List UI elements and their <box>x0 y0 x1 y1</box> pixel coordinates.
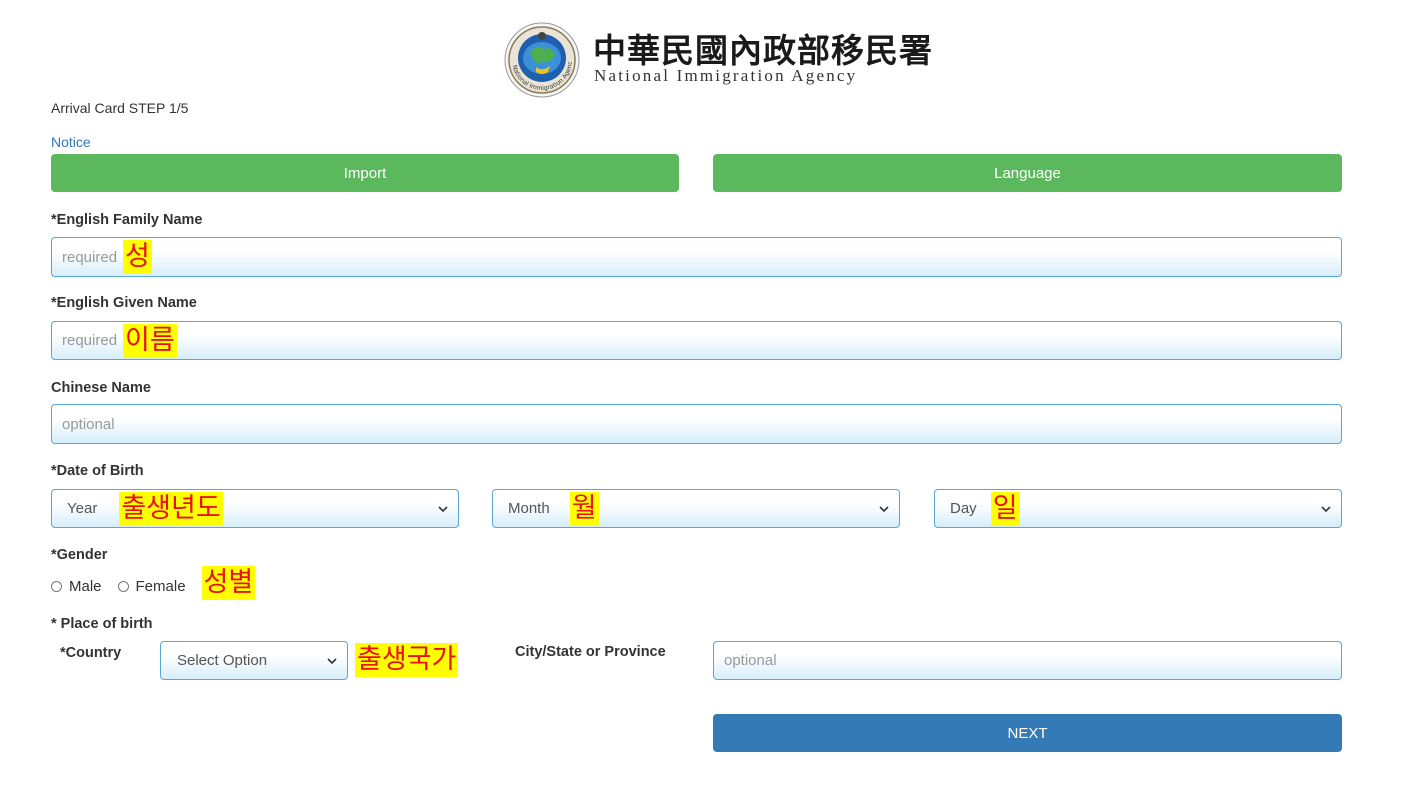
dob-month-annotation: 월 <box>569 491 599 526</box>
chevron-down-icon <box>1321 505 1331 512</box>
chinese-name-placeholder: optional <box>62 415 115 433</box>
gender-male-radio[interactable] <box>51 580 62 592</box>
dob-year-annotation: 출생년도 <box>119 491 223 526</box>
gender-annotation: 성별 <box>201 566 256 600</box>
agency-name-zh: 中華民國內政部移民署 <box>593 31 933 70</box>
given-name-label: *English Given Name <box>51 295 197 311</box>
family-name-placeholder: required <box>62 248 118 266</box>
agency-seal-icon: National Immigration Agency <box>500 22 580 98</box>
chinese-name-input[interactable]: optional <box>51 404 1342 444</box>
given-name-placeholder: required <box>62 332 118 349</box>
step-indicator: Arrival Card STEP 1/5 <box>51 100 189 116</box>
gender-options: Male Female 성별 <box>51 566 256 600</box>
chinese-name-label: Chinese Name <box>51 380 151 396</box>
dob-month-value: Month <box>508 500 550 517</box>
language-button[interactable]: Language <box>713 154 1342 192</box>
country-select-value: Select Option <box>177 652 268 669</box>
country-annotation: 출생국가 <box>355 643 459 677</box>
gender-female-label[interactable]: Female <box>136 578 186 595</box>
chevron-down-icon <box>327 657 337 664</box>
family-name-annotation: 성 <box>123 240 152 274</box>
country-label: *Country <box>60 645 122 661</box>
dob-day-value: Day <box>950 500 977 517</box>
city-placeholder: optional <box>724 652 777 669</box>
country-select[interactable]: Select Option <box>160 641 348 680</box>
dob-month-select[interactable]: Month 월 <box>492 489 900 528</box>
chevron-down-icon <box>438 505 448 512</box>
dob-day-select[interactable]: Day 일 <box>934 489 1342 528</box>
agency-name-en: National Immigration Agency <box>594 66 858 85</box>
notice-link[interactable]: Notice <box>51 134 91 150</box>
family-name-input[interactable]: required 성 <box>51 237 1342 277</box>
agency-logo: National Immigration Agency 中華民國內政部移民署 N… <box>500 22 932 98</box>
city-label: City/State or Province <box>515 644 666 660</box>
dob-day-annotation: 일 <box>990 491 1020 526</box>
dob-year-value: Year <box>67 500 98 517</box>
dob-label: *Date of Birth <box>51 463 144 479</box>
place-of-birth-label: * Place of birth <box>51 616 153 632</box>
gender-label: *Gender <box>51 547 108 563</box>
gender-male-label[interactable]: Male <box>69 578 102 595</box>
import-button[interactable]: Import <box>51 154 679 192</box>
next-button[interactable]: NEXT <box>713 714 1342 752</box>
given-name-input[interactable]: required 이름 <box>51 321 1342 360</box>
dob-year-select[interactable]: Year 출생년도 <box>51 489 459 528</box>
family-name-label: *English Family Name <box>51 212 203 228</box>
given-name-annotation: 이름 <box>123 323 177 358</box>
city-input[interactable]: optional <box>713 641 1342 680</box>
chevron-down-icon <box>879 505 889 512</box>
gender-female-radio[interactable] <box>117 580 129 592</box>
